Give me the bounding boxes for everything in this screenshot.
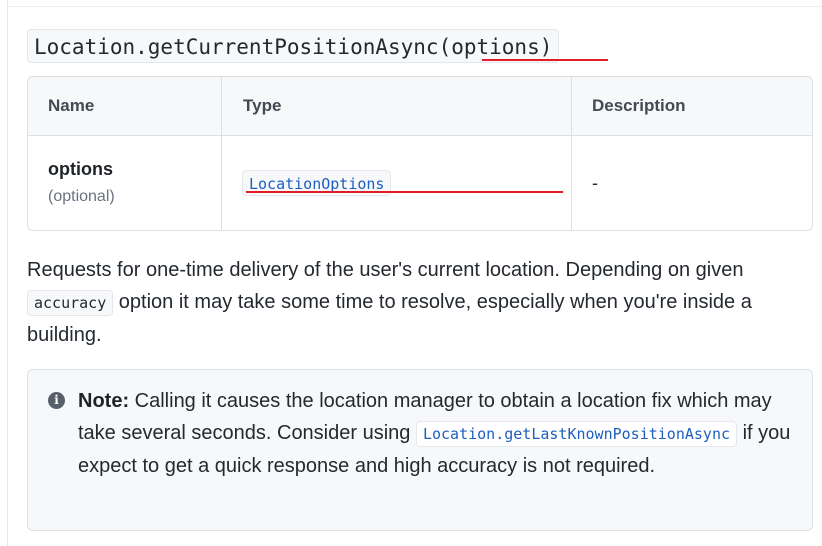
header-type: Type <box>243 96 282 115</box>
annotation-underline-options <box>482 59 608 61</box>
param-description: - <box>592 173 598 193</box>
note-label: Note: <box>78 390 130 412</box>
description-text: Requests for one-time delivery of the us… <box>27 259 744 281</box>
header-description: Description <box>592 96 686 115</box>
method-description: Requests for one-time delivery of the us… <box>27 254 807 351</box>
table-header-row: Name Type Description <box>28 77 812 136</box>
param-name-options: options <box>48 159 113 179</box>
description-text: option it may take some time to resolve,… <box>27 291 752 346</box>
inline-code-accuracy: accuracy <box>27 290 114 316</box>
param-optional-label: (optional) <box>48 188 115 205</box>
header-name: Name <box>48 96 95 115</box>
parameters-table: Name Type Description options (optional)… <box>27 76 813 231</box>
annotation-underline-type <box>246 191 563 193</box>
column-divider <box>571 77 572 230</box>
note-text: Note: Calling it causes the location man… <box>78 385 794 482</box>
note-callout: i Note: Calling it causes the location m… <box>27 369 813 531</box>
method-signature: Location.getCurrentPositionAsync(options… <box>27 29 560 63</box>
code-link-getlastknownpositionasync[interactable]: Location.getLastKnownPositionAsync <box>415 421 738 447</box>
content-top-border <box>7 6 822 7</box>
content-left-border <box>7 0 8 546</box>
info-icon: i <box>48 392 65 409</box>
column-divider <box>221 77 222 230</box>
